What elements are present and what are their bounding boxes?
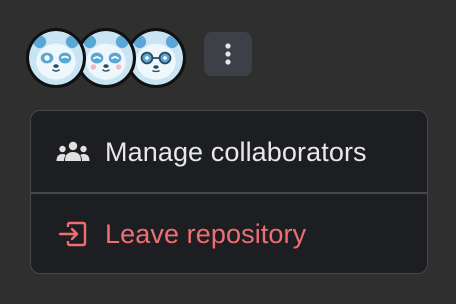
menu-item-label: Leave repository <box>105 218 307 249</box>
panda-avatar-glasses-icon <box>129 31 183 85</box>
menu-item-leave-repository[interactable]: Leave repository <box>31 193 427 273</box>
sign-out-icon <box>55 219 91 249</box>
dropdown-menu: Manage collaborators Leave repository <box>30 110 428 274</box>
collaborator-avatars[interactable] <box>26 28 186 92</box>
menu-item-manage-collaborators[interactable]: Manage collaborators <box>31 111 427 193</box>
people-icon <box>55 137 91 167</box>
panda-avatar-happy-icon <box>79 31 133 85</box>
kebab-menu-icon <box>225 43 231 65</box>
panda-avatar-winking-icon <box>29 31 83 85</box>
avatar[interactable] <box>26 28 86 88</box>
menu-item-label: Manage collaborators <box>105 136 367 167</box>
more-options-button[interactable] <box>204 32 252 76</box>
